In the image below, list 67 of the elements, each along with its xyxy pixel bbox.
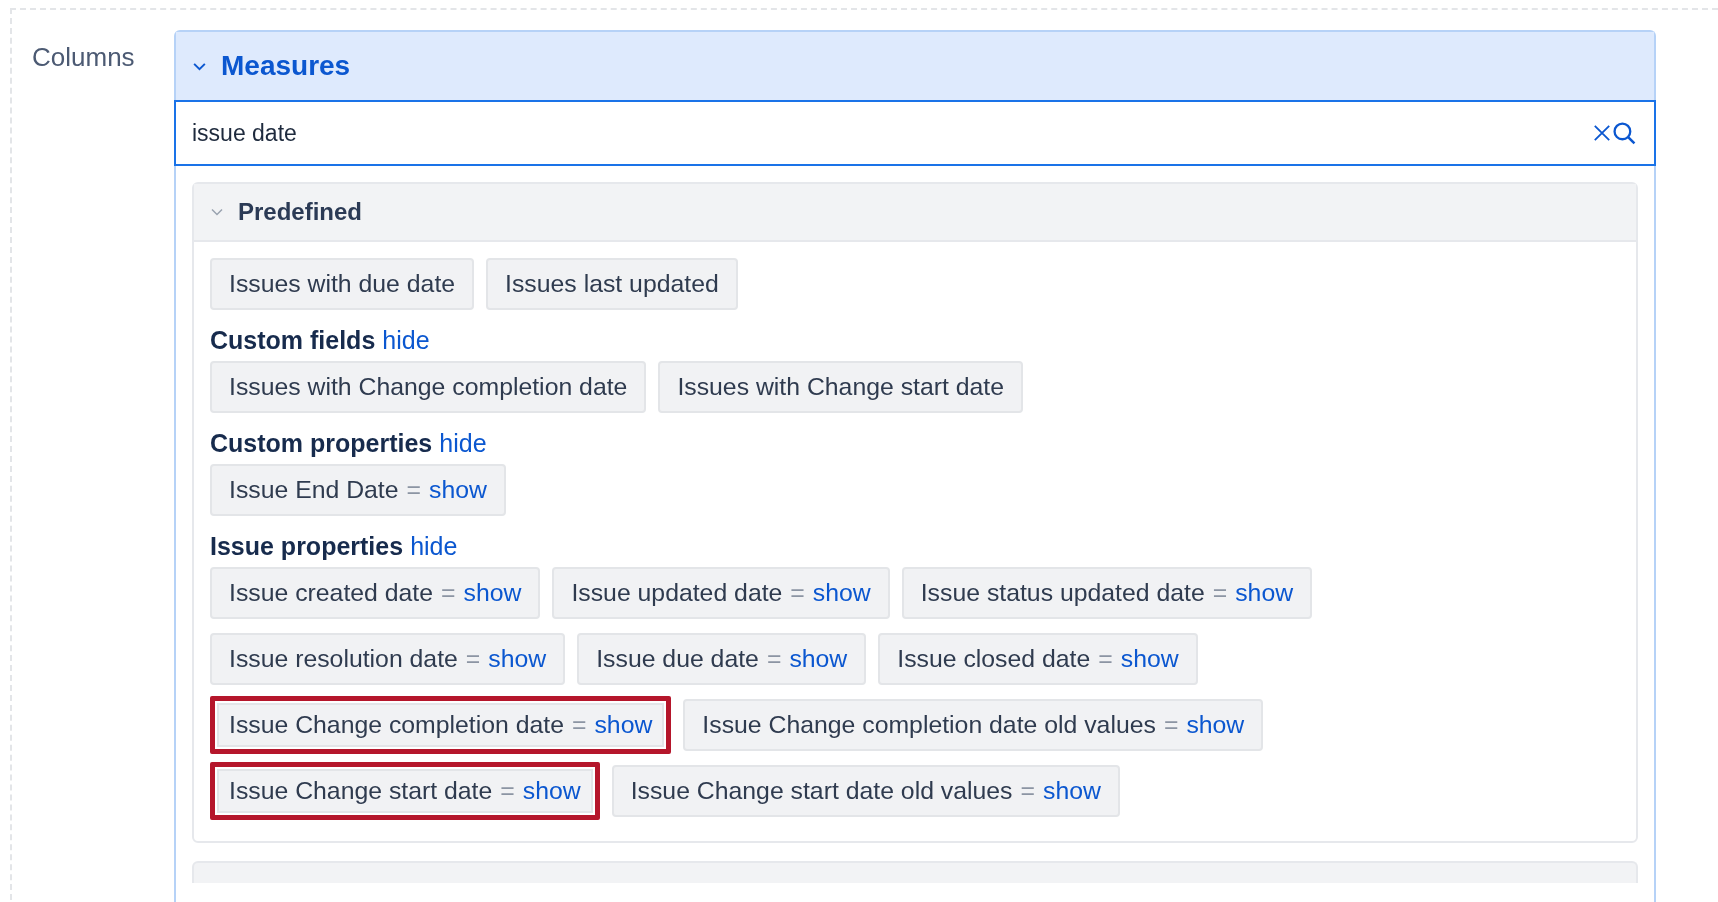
measure-chip[interactable]: Issue Change completion date old values = show bbox=[683, 699, 1264, 751]
search-field[interactable]: issue date bbox=[174, 100, 1656, 166]
measure-label: Issues with due date bbox=[229, 270, 456, 298]
measure-chip[interactable]: Issues last updated bbox=[486, 258, 738, 310]
section-heading: Custom fields bbox=[210, 326, 376, 355]
group-title: Predefined bbox=[238, 198, 363, 226]
show-link[interactable]: show bbox=[522, 777, 581, 805]
measure-label: Issue closed date bbox=[897, 645, 1091, 673]
measure-chip[interactable]: Issue created date = show bbox=[210, 567, 541, 619]
measure-label: Issues with Change completion date bbox=[229, 373, 628, 401]
equals-sign: = bbox=[572, 711, 587, 739]
measure-label: Issue Change completion date bbox=[229, 711, 564, 739]
equals-sign: = bbox=[1163, 711, 1179, 739]
measures-header[interactable]: Measures bbox=[176, 32, 1654, 100]
show-link[interactable]: show bbox=[488, 645, 547, 673]
hide-link[interactable]: hide bbox=[410, 532, 458, 561]
measure-label: Issue Change start date bbox=[229, 777, 493, 805]
section-heading: Issue properties bbox=[210, 532, 404, 561]
measure-chip[interactable]: Issue closed date = show bbox=[878, 633, 1198, 685]
measure-label: Issues with Change start date bbox=[677, 373, 1005, 401]
columns-label: Columns bbox=[32, 41, 136, 74]
show-link[interactable]: show bbox=[594, 711, 653, 739]
equals-sign: = bbox=[406, 476, 422, 504]
measure-chip[interactable]: Issue Change completion date = show bbox=[210, 696, 672, 754]
equals-sign: = bbox=[1212, 579, 1228, 607]
measure-label: Issue status updated date bbox=[920, 579, 1205, 607]
equals-sign: = bbox=[766, 645, 782, 673]
show-link[interactable]: show bbox=[812, 579, 871, 607]
measure-chip[interactable]: Issue Change start date = show bbox=[210, 762, 600, 820]
measure-chip[interactable]: Issue End Date = show bbox=[210, 464, 506, 516]
measure-chip[interactable]: Issues with Change completion date bbox=[210, 361, 647, 413]
show-link[interactable]: show bbox=[463, 579, 522, 607]
show-link[interactable]: show bbox=[429, 476, 487, 504]
measure-chip[interactable]: Issues with Change start date bbox=[658, 361, 1024, 413]
search-icon[interactable] bbox=[1613, 121, 1636, 145]
equals-sign: = bbox=[790, 579, 805, 607]
measure-chip[interactable]: Issue due date = show bbox=[577, 633, 867, 685]
section-heading: Custom properties bbox=[210, 429, 433, 458]
hide-link[interactable]: hide bbox=[382, 326, 430, 355]
measure-label: Issue resolution date bbox=[229, 645, 458, 673]
equals-sign: = bbox=[441, 579, 456, 607]
equals-sign: = bbox=[500, 777, 515, 805]
measure-label: Issue End Date bbox=[229, 476, 399, 504]
measure-chip[interactable]: Issue updated date = show bbox=[552, 567, 890, 619]
show-link[interactable]: show bbox=[1043, 777, 1101, 805]
hide-link[interactable]: hide bbox=[439, 429, 487, 458]
equals-sign: = bbox=[1098, 645, 1113, 673]
measure-chip[interactable]: Issue status updated date = show bbox=[901, 567, 1313, 619]
equals-sign: = bbox=[1020, 777, 1035, 805]
measure-label: Issues last updated bbox=[505, 270, 719, 298]
measure-chip[interactable]: Issue resolution date = show bbox=[210, 633, 566, 685]
clear-icon[interactable] bbox=[1593, 124, 1611, 142]
measures-title: Measures bbox=[221, 50, 351, 82]
measure-chip[interactable]: Issues with due date bbox=[210, 258, 475, 310]
show-link[interactable]: show bbox=[789, 645, 848, 673]
measure-label: Issue created date bbox=[229, 579, 434, 607]
measure-label: Issue due date bbox=[596, 645, 759, 673]
measure-label: Issue Change completion date old values bbox=[702, 711, 1156, 739]
measure-label: Issue Change start date old values bbox=[630, 777, 1013, 805]
group-header[interactable]: Predefined bbox=[194, 184, 1636, 242]
search-input[interactable]: issue date bbox=[190, 118, 1591, 148]
measure-chip[interactable]: Issue Change start date old values = show bbox=[611, 765, 1120, 817]
show-link[interactable]: show bbox=[1186, 711, 1245, 739]
equals-sign: = bbox=[465, 645, 481, 673]
measure-label: Issue updated date bbox=[571, 579, 783, 607]
show-link[interactable]: show bbox=[1120, 645, 1179, 673]
show-link[interactable]: show bbox=[1235, 579, 1294, 607]
